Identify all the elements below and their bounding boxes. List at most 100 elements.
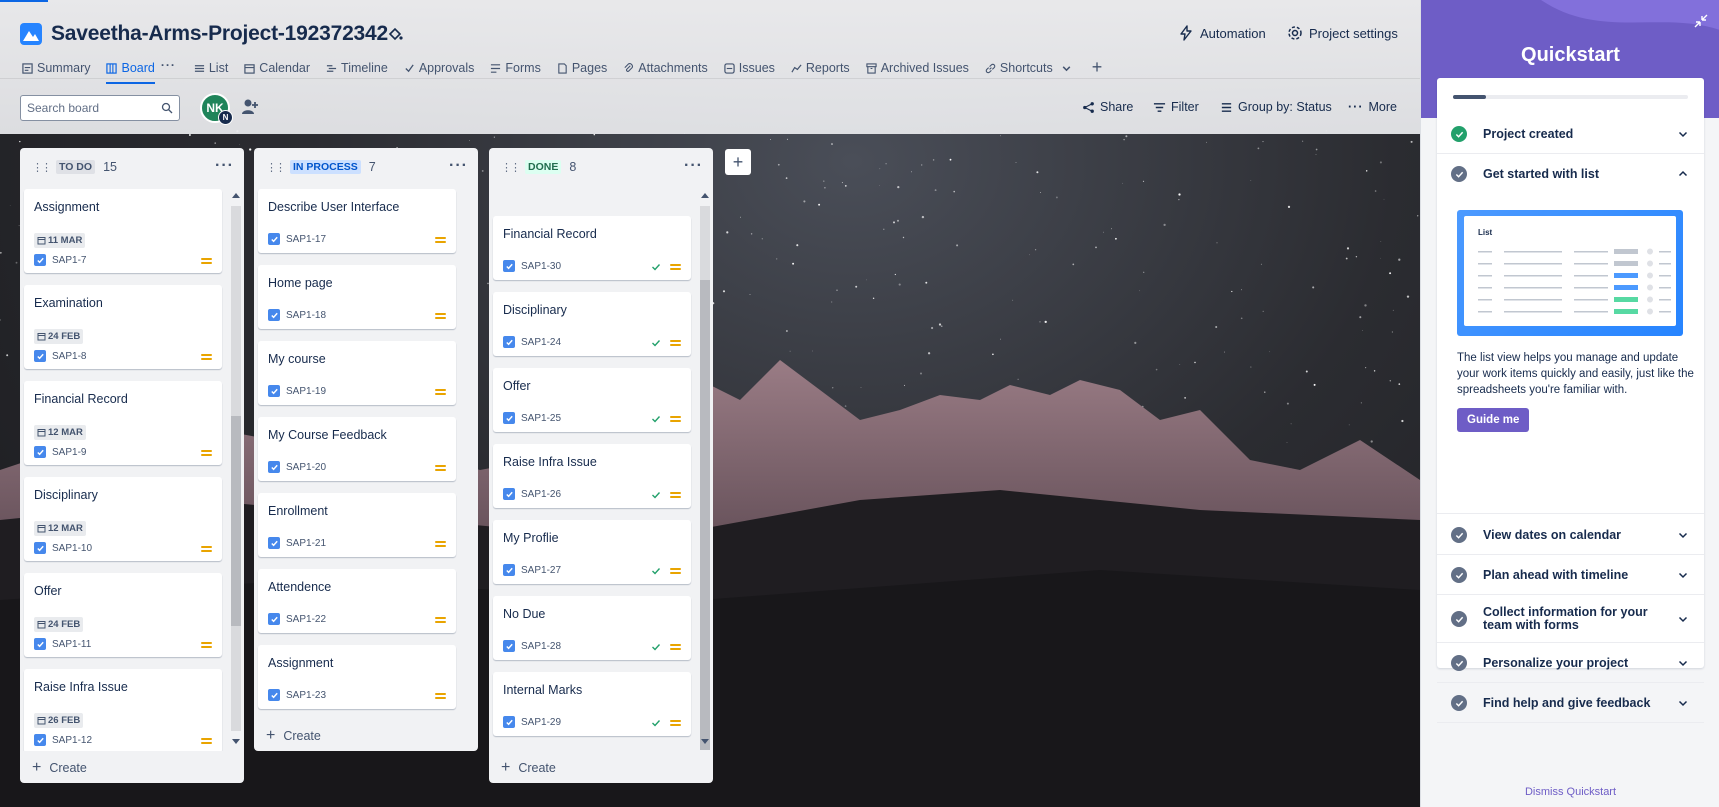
tab-attachments[interactable]: Attachments [623,58,708,78]
search-input[interactable] [21,96,151,120]
issue-card[interactable]: Disciplinary SAP1-24 [493,292,691,356]
issue-card[interactable]: Assignment 11 MAR SAP1-7 [24,189,222,273]
drag-handle-icon[interactable]: ⋮⋮ [266,161,286,174]
issue-card[interactable]: Offer SAP1-25 [493,368,691,432]
issue-card[interactable]: Financial Record SAP1-30 [493,216,691,280]
issue-key[interactable]: SAP1-8 [52,351,86,362]
issue-key[interactable]: SAP1-23 [286,690,326,701]
chevron-down-icon[interactable] [1678,698,1688,708]
add-tab-icon[interactable]: + [1092,58,1103,78]
issue-card[interactable]: Examination 24 FEB SAP1-8 [24,285,222,369]
issue-card[interactable]: Assignment SAP1-23 [258,645,456,709]
tab-calendar[interactable]: Calendar [244,58,310,78]
chevron-down-icon[interactable] [1678,129,1688,139]
dismiss-quickstart-link[interactable]: Dismiss Quickstart [1421,786,1719,798]
issue-key[interactable]: SAP1-17 [286,234,326,245]
column-scrollbar[interactable] [697,186,713,751]
quickstart-item[interactable]: Find help and give feedback [1437,683,1704,723]
chevron-down-icon[interactable] [1678,658,1688,668]
issue-card[interactable]: Financial Record 12 MAR SAP1-9 [24,381,222,465]
chevron-down-icon[interactable] [1678,570,1688,580]
guide-me-button[interactable]: Guide me [1457,408,1530,432]
scroll-up-icon[interactable] [701,192,709,198]
scrollbar-thumb[interactable] [700,280,710,750]
chevron-down-icon[interactable] [1678,530,1688,540]
tab-list[interactable]: List [194,58,228,78]
share-button[interactable]: Share [1082,100,1133,114]
column-header[interactable]: ⋮⋮ IN PROCESS 7 ··· [254,148,478,186]
issue-card[interactable]: Internal Marks SAP1-29 [493,672,691,736]
group-by-button[interactable]: Group by: Status [1220,100,1332,114]
issue-card[interactable]: Offer 24 FEB SAP1-11 [24,573,222,657]
tab-reports[interactable]: Reports [791,58,850,78]
scrollbar-thumb[interactable] [231,416,241,626]
drag-handle-icon[interactable]: ⋮⋮ [32,161,52,174]
issue-key[interactable]: SAP1-12 [52,735,92,746]
search-board-field[interactable] [20,95,180,121]
scroll-down-icon[interactable] [232,739,240,745]
chevron-down-icon[interactable] [1061,63,1072,74]
issue-key[interactable]: SAP1-19 [286,386,326,397]
issue-card[interactable]: Enrollment SAP1-21 [258,493,456,557]
create-issue-button[interactable]: + Create [501,760,556,776]
issue-key[interactable]: SAP1-11 [52,639,91,650]
issue-card[interactable]: No Due SAP1-28 [493,596,691,660]
issue-key[interactable]: SAP1-24 [521,337,561,348]
issue-key[interactable]: SAP1-7 [52,255,86,266]
issue-key[interactable]: SAP1-21 [286,538,326,549]
issue-key[interactable]: SAP1-22 [286,614,326,625]
column-header[interactable]: ⋮⋮ DONE 8 ··· [489,148,713,186]
issue-key[interactable]: SAP1-28 [521,641,561,652]
tab-board[interactable]: Board [106,58,156,84]
project-title[interactable]: Saveetha-Arms-Project-192372342 [51,22,388,46]
column-more-icon[interactable]: ··· [684,157,703,175]
tab-issues[interactable]: Issues [724,58,775,78]
issue-key[interactable]: SAP1-18 [286,310,326,321]
collapse-icon[interactable] [1694,14,1708,28]
add-people-icon[interactable] [240,97,260,117]
issue-card[interactable]: My Course Feedback SAP1-20 [258,417,456,481]
column-more-icon[interactable]: ··· [215,157,234,175]
issue-card[interactable]: Disciplinary 12 MAR SAP1-10 [24,477,222,561]
chevron-down-icon[interactable] [1678,614,1688,624]
tab-summary[interactable]: Summary [22,58,90,78]
quickstart-item[interactable]: Plan ahead with timeline [1437,555,1704,595]
issue-key[interactable]: SAP1-10 [52,543,92,554]
issue-key[interactable]: SAP1-25 [521,413,561,424]
tab-timeline[interactable]: Timeline [326,58,388,78]
issue-key[interactable]: SAP1-9 [52,447,86,458]
drag-handle-icon[interactable]: ⋮⋮ [501,161,521,174]
issue-key[interactable]: SAP1-30 [521,261,561,272]
tab-archived-issues[interactable]: Archived Issues [866,58,969,78]
column-scrollbar[interactable] [228,186,244,751]
project-settings-button[interactable]: Project settings [1287,25,1398,41]
tab-pages[interactable]: Pages [557,58,607,78]
column-header[interactable]: ⋮⋮ TO DO 15 ··· [20,148,244,186]
automation-button[interactable]: Automation [1178,25,1266,41]
issue-key[interactable]: SAP1-20 [286,462,326,473]
quickstart-item[interactable]: Collect information for your team with f… [1437,595,1704,643]
more-button[interactable]: ··· More [1348,100,1397,114]
quickstart-item[interactable]: View dates on calendar [1437,515,1704,555]
tab-forms[interactable]: Forms [490,58,541,78]
issue-card[interactable]: Describe User Interface SAP1-17 [258,189,456,253]
chevron-up-icon[interactable] [1678,169,1688,179]
scroll-down-icon[interactable] [701,739,709,745]
quickstart-item[interactable]: Personalize your project [1437,643,1704,683]
issue-card[interactable]: My Proflie SAP1-27 [493,520,691,584]
issue-key[interactable]: SAP1-29 [521,717,561,728]
issue-card[interactable]: Raise Infra Issue SAP1-26 [493,444,691,508]
tab-board-more-icon[interactable]: ··· [161,58,176,78]
issue-key[interactable]: SAP1-26 [521,489,561,500]
paint-bucket-icon[interactable] [387,26,403,42]
quickstart-item[interactable]: Project created [1437,114,1704,154]
filter-button[interactable]: Filter [1153,100,1199,114]
scroll-up-icon[interactable] [232,192,240,198]
column-more-icon[interactable]: ··· [449,157,468,175]
create-issue-button[interactable]: + Create [266,728,321,744]
tab-approvals[interactable]: Approvals [404,58,474,78]
project-logo-icon[interactable] [20,23,42,45]
issue-key[interactable]: SAP1-27 [521,565,561,576]
issue-card[interactable]: Home page SAP1-18 [258,265,456,329]
add-column-button[interactable]: + [725,149,751,175]
